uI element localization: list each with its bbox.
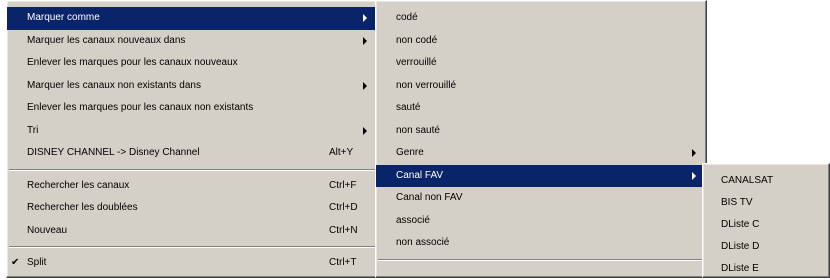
menu-item-shortcut: Ctrl+T (329, 257, 357, 268)
submenu-marquer-comme: codé non codé verrouillé non verrouillé … (375, 0, 707, 278)
menu-separator (9, 168, 375, 171)
menu-item-shortcut: Ctrl+N (329, 224, 358, 236)
menu-item-rechercher-doublees[interactable]: Rechercher les doublées Ctrl+D (7, 197, 377, 220)
menu-item-label: Marquer les canaux nouveaux dans (27, 34, 186, 46)
menu-item-label: Genre (396, 147, 424, 158)
menu-item-label: Rechercher les canaux (27, 179, 130, 191)
menu-item-non-code[interactable]: non codé (376, 30, 706, 53)
menu-item-label: DListe C (721, 219, 760, 230)
menu-item-dliste-c[interactable]: DListe C (703, 214, 829, 236)
menu-item-canal-fav[interactable]: Canal FAV (376, 164, 706, 187)
menu-item-label: Canal non FAV (396, 192, 463, 203)
menu-item-label: sauté (396, 102, 421, 113)
menu-item-dliste-d[interactable]: DListe D (703, 236, 829, 258)
menu-item-marquer-comme[interactable]: Marquer comme (7, 7, 377, 30)
menu-item-label: non codé (396, 34, 438, 46)
menu-item-label: associé (396, 214, 430, 226)
checkmark-icon: ✔ (11, 257, 20, 268)
submenu-arrow-icon (692, 171, 696, 180)
menu-item-label: Marquer les canaux non existants dans (27, 79, 201, 91)
menu-item-label: Marquer comme (27, 12, 100, 23)
menu-item-label: non associé (396, 237, 450, 248)
submenu-canal-fav: CANALSAT BIS TV DListe C DListe D DListe… (702, 163, 830, 278)
menu-item-associe[interactable]: associé (376, 210, 706, 233)
menu-separator (9, 246, 375, 248)
menu-item-non-saute[interactable]: non sauté (376, 120, 706, 143)
menu-item-non-associe[interactable]: non associé (376, 232, 706, 255)
menu-item-dliste-e[interactable]: DListe E (703, 258, 829, 280)
menu-item-split[interactable]: ✔ Split Ctrl+T (7, 252, 377, 275)
menu-item-marquer-non-existants[interactable]: Marquer les canaux non existants dans (7, 75, 377, 98)
submenu-arrow-icon (363, 14, 367, 23)
submenu-arrow-icon (363, 126, 367, 135)
menu-item-label: Enlever les marques pour les canaux nouv… (27, 57, 238, 68)
menu-item-label: DISNEY CHANNEL -> Disney Channel (27, 147, 200, 158)
menu-item-tri[interactable]: Tri (7, 120, 377, 143)
menu-item-label: Enlever les marques pour les canaux non … (27, 102, 254, 113)
menu-item-canalsat[interactable]: CANALSAT (703, 170, 829, 192)
menu-item-label: CANALSAT (721, 175, 774, 186)
menu-item-marquer-nouveaux[interactable]: Marquer les canaux nouveaux dans (7, 30, 377, 53)
menu-item-verrouille[interactable]: verrouillé (376, 52, 706, 75)
menu-item-code[interactable]: codé (376, 7, 706, 30)
menu-item-label: Tri (27, 124, 39, 136)
menu-item-nouveau[interactable]: Nouveau Ctrl+N (7, 220, 377, 243)
menu-item-label: non sauté (396, 124, 440, 136)
menu-item-genre[interactable]: Genre (376, 142, 706, 165)
menu-item-label: BIS TV (721, 197, 753, 208)
menu-item-label: non verrouillé (396, 79, 457, 91)
menu-item-label: Split (27, 257, 47, 268)
menu-item-enlever-non-existants[interactable]: Enlever les marques pour les canaux non … (7, 97, 377, 120)
menu-item-label: verrouillé (396, 57, 437, 68)
menu-item-shortcut: Ctrl+F (329, 179, 357, 191)
context-menu-main: Marquer comme Marquer les canaux nouveau… (6, 0, 378, 278)
menu-item-disney-channel[interactable]: DISNEY CHANNEL -> Disney Channel Alt+Y (7, 142, 377, 165)
menu-item-label: Nouveau (27, 224, 68, 236)
menu-item-bis-tv[interactable]: BIS TV (703, 192, 829, 214)
menu-item-shortcut: Alt+Y (329, 147, 354, 158)
menu-item-enlever-nouveaux[interactable]: Enlever les marques pour les canaux nouv… (7, 52, 377, 75)
menu-item-label: Rechercher les doublées (27, 202, 138, 213)
submenu-arrow-icon (692, 149, 696, 158)
menu-item-label: Canal FAV (396, 169, 444, 181)
menu-item-non-verrouille[interactable]: non verrouillé (376, 75, 706, 98)
menu-item-label: codé (396, 12, 418, 23)
menu-item-label: DListe E (721, 263, 759, 274)
menu-item-saute[interactable]: sauté (376, 97, 706, 120)
submenu-arrow-icon (363, 81, 367, 90)
menu-separator (378, 258, 704, 261)
menu-item-rechercher-canaux[interactable]: Rechercher les canaux Ctrl+F (7, 175, 377, 198)
submenu-arrow-icon (363, 36, 367, 45)
menu-item-canal-non-fav[interactable]: Canal non FAV (376, 187, 706, 210)
menu-item-label: DListe D (721, 241, 760, 252)
menu-item-shortcut: Ctrl+D (329, 202, 358, 213)
